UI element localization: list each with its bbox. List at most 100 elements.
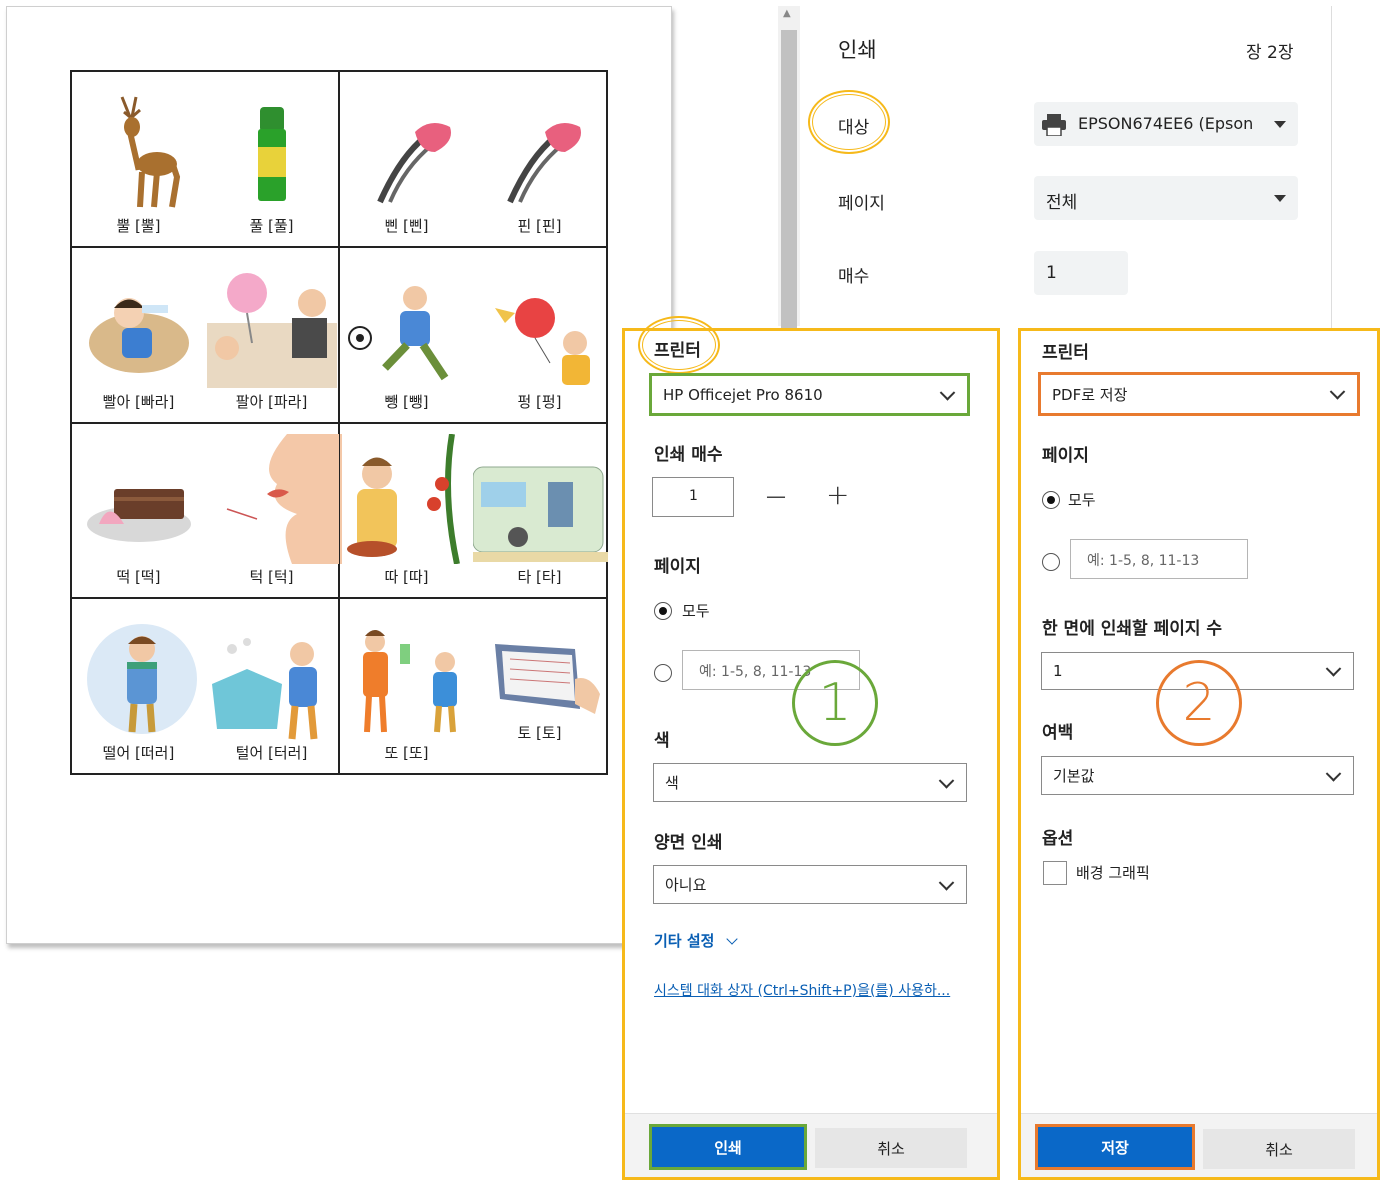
card-word: 핀 [핀] (517, 216, 562, 235)
printer-select[interactable]: PDF로 저장 (1038, 372, 1360, 416)
pages-label: 페이지 (1042, 446, 1089, 466)
cotton-candy-illustration (207, 272, 337, 388)
copies-value: 1 (1046, 263, 1057, 283)
card-cell: 떡 [떡] 턱 [턱] (71, 422, 342, 599)
dropdown-arrow-icon (1274, 121, 1286, 128)
pages-all-label: 모두 (682, 602, 710, 620)
copies-value: 1 (689, 488, 698, 504)
copies-input[interactable]: 1 (652, 477, 734, 517)
pages-range-radio[interactable] (1042, 553, 1060, 571)
pages-range-placeholder: 예: 1-5, 8, 11-13 (1087, 553, 1200, 569)
chevron-down-icon (939, 384, 956, 401)
hairpin-illustration (377, 123, 451, 204)
chevron-down-icon (938, 874, 955, 891)
card-word: 턱 [턱] (249, 568, 294, 587)
card-word: 떨어 [떠러] (102, 744, 175, 762)
duplex-value: 아니요 (665, 876, 707, 894)
card-word: 팔아 [파라] (235, 392, 308, 411)
pages-value: 전체 (1046, 193, 1078, 213)
printer-select[interactable]: HP Officejet Pro 8610 (649, 373, 970, 416)
destination-label: 대상 (838, 118, 870, 138)
destination-select[interactable]: EPSON674EE6 (Epson (1034, 102, 1298, 146)
hairpin-illustration (507, 123, 581, 204)
card-cell: 또 [또] 토 [토] (339, 598, 607, 774)
margins-select[interactable]: 기본값 (1041, 756, 1354, 795)
rice-cake-illustration (87, 488, 191, 542)
printer-value: HP Officejet Pro 8610 (663, 385, 823, 404)
card-cell: 삔 [삔] 핀 [핀] (339, 71, 607, 247)
handing-bottle-illustration (363, 630, 457, 733)
kick-ball-illustration (348, 285, 449, 380)
picking-tomato-illustration (347, 433, 460, 564)
print-button[interactable]: 인쇄 (649, 1124, 807, 1170)
pages-all-radio[interactable] (654, 602, 672, 620)
cancel-button[interactable]: 취소 (1203, 1129, 1355, 1169)
save-button[interactable]: 저장 (1035, 1124, 1195, 1170)
glue-stick-illustration (258, 107, 286, 201)
more-settings-link[interactable]: 기타 설정 (654, 930, 738, 951)
baby-bottle-illustration (89, 297, 189, 373)
card-cell: 따 [따] 타 [타] (339, 422, 608, 599)
chevron-down-icon (1325, 765, 1342, 782)
chin-illustration (226, 433, 342, 564)
pages-all-label: 모두 (1068, 491, 1096, 509)
sheet-count: 장 2장 (1246, 43, 1294, 63)
card-word: 삔 [삔] (384, 216, 429, 235)
card-word: 펑 [펑] (517, 392, 562, 411)
card-word: 따 [따] (384, 568, 429, 587)
copies-input[interactable]: 1 (1034, 251, 1128, 295)
deer-illustration (120, 96, 181, 208)
pages-range-input[interactable]: 예: 1-5, 8, 11-13 (1070, 539, 1248, 579)
margins-label: 여백 (1042, 723, 1074, 743)
pages-per-sheet-label: 한 면에 인쇄할 페이지 수 (1042, 619, 1223, 639)
chevron-down-icon (726, 933, 738, 945)
pages-select[interactable]: 전체 (1034, 176, 1298, 220)
card-cell: 뿔 [뿔] 풀 [풀] (71, 71, 339, 247)
dusting-sweater-illustration (212, 638, 318, 740)
increment-button[interactable]: + (826, 478, 849, 511)
card-cell: 빨아 [빠라] 팔아 [파라] (71, 246, 339, 423)
color-label: 색 (654, 731, 670, 751)
card-word: 토 [토] (517, 724, 562, 742)
card-word: 빨아 [빠라] (102, 392, 175, 411)
pages-label: 페이지 (838, 194, 885, 214)
bus-illustration (473, 466, 608, 562)
chevron-down-icon (938, 772, 955, 789)
pages-range-radio[interactable] (654, 664, 672, 682)
pages-per-sheet-value: 1 (1053, 662, 1063, 680)
decrement-button[interactable]: — (766, 484, 786, 508)
pages-all-radio[interactable] (1042, 491, 1060, 509)
destination-value: EPSON674EE6 (Epson (1078, 114, 1254, 133)
scroll-up-arrow-icon[interactable]: ▲ (783, 8, 791, 19)
duplex-label: 양면 인쇄 (654, 833, 723, 853)
cancel-button[interactable]: 취소 (815, 1128, 967, 1168)
scrollbar-thumb[interactable] (781, 30, 797, 330)
options-label: 옵션 (1042, 829, 1074, 849)
print-panel-title: 인쇄 (838, 38, 877, 62)
dropdown-arrow-icon (1274, 195, 1286, 202)
card-cell: 뺑 [뺑] 펑 [펑] (339, 246, 607, 423)
pages-label: 페이지 (654, 557, 701, 577)
more-settings-label: 기타 설정 (654, 932, 715, 950)
card-word: 또 [또] (384, 744, 429, 762)
printer-value: PDF로 저장 (1052, 385, 1128, 404)
background-graphics-checkbox[interactable] (1043, 861, 1067, 885)
duplex-select[interactable]: 아니요 (653, 865, 967, 904)
background-graphics-label: 배경 그래픽 (1076, 864, 1150, 882)
card-word: 떡 [떡] (116, 568, 161, 587)
step-two-badge: 2 (1156, 660, 1242, 746)
chevron-down-icon (1329, 384, 1346, 400)
system-dialog-link[interactable]: 시스템 대화 상자 (Ctrl+Shift+P)을(를) 사용하... (654, 980, 950, 1000)
copies-label: 매수 (838, 267, 870, 287)
picture-card-grid: 뿔 [뿔] 풀 [풀] 삔 [삔] 핀 [핀] 빨아 [빠라] 팔아 [파라] … (70, 70, 608, 775)
card-cell: 떨어 [떠러] 털어 [터러] (71, 598, 339, 774)
card-word: 풀 [풀] (249, 216, 294, 235)
printer-icon (1042, 114, 1066, 136)
balloon-pop-illustration (495, 297, 590, 385)
chevron-down-icon (1325, 661, 1342, 677)
copies-label: 인쇄 매수 (654, 445, 723, 465)
card-word: 뿔 [뿔] (116, 216, 161, 235)
margins-value: 기본값 (1053, 767, 1095, 785)
color-select[interactable]: 색 (653, 763, 967, 802)
printer-label: 프린터 (1042, 343, 1089, 363)
